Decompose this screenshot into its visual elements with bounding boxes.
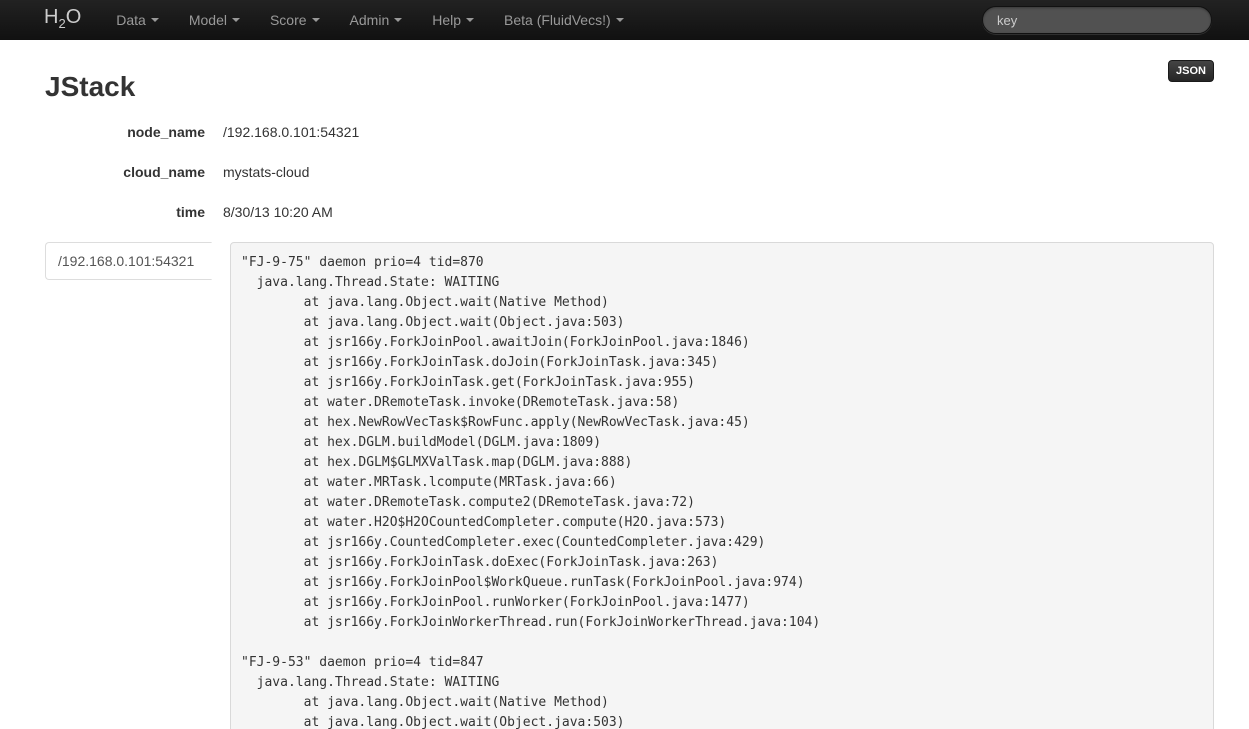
brand-text: H (44, 6, 58, 28)
menu-label: Data (116, 10, 146, 30)
field-label: cloud_name (45, 162, 205, 182)
stack-trace-block: "FJ-9-75" daemon prio=4 tid=870 java.lan… (230, 242, 1214, 729)
menu-item-data[interactable]: Data (101, 0, 174, 40)
field-row-time: time 8/30/13 10:20 AM (45, 202, 1214, 222)
main-menu: Data Model Score Admin Help Beta (FluidV… (101, 0, 638, 40)
top-navbar: H2O Data Model Score Admin Help Beta (Fl… (0, 0, 1249, 40)
menu-label: Admin (350, 10, 390, 30)
menu-label: Help (432, 10, 461, 30)
menu-item-score[interactable]: Score (255, 0, 335, 40)
menu-label: Model (189, 10, 227, 30)
caret-down-icon (616, 18, 624, 22)
tab-content: "FJ-9-75" daemon prio=4 tid=870 java.lan… (230, 242, 1214, 729)
brand-subscript: 2 (58, 16, 65, 31)
node-tab-192-168-0-101[interactable]: /192.168.0.101:54321 (45, 242, 212, 280)
menu-label: Beta (FluidVecs!) (504, 10, 611, 30)
brand-text-o: O (66, 6, 82, 28)
search-input[interactable] (982, 6, 1212, 34)
caret-down-icon (232, 18, 240, 22)
field-value: 8/30/13 10:20 AM (223, 202, 333, 222)
caret-down-icon (394, 18, 402, 22)
caret-down-icon (151, 18, 159, 22)
field-row-cloud-name: cloud_name mystats-cloud (45, 162, 1214, 182)
field-row-node-name: node_name /192.168.0.101:54321 (45, 122, 1214, 142)
field-label: node_name (45, 122, 205, 142)
menu-label: Score (270, 10, 307, 30)
jstack-info-form: node_name /192.168.0.101:54321 cloud_nam… (45, 122, 1214, 222)
node-tabs-area: /192.168.0.101:54321 "FJ-9-75" daemon pr… (45, 242, 1214, 729)
json-view-button[interactable]: JSON (1168, 60, 1214, 82)
field-label: time (45, 202, 205, 222)
menu-item-admin[interactable]: Admin (335, 0, 418, 40)
page-title: JStack (45, 70, 1214, 104)
menu-item-beta-fluidvecs[interactable]: Beta (FluidVecs!) (489, 0, 639, 40)
h2o-logo[interactable]: H2O (0, 0, 101, 44)
caret-down-icon (466, 18, 474, 22)
caret-down-icon (312, 18, 320, 22)
field-value: mystats-cloud (223, 162, 309, 182)
field-value: /192.168.0.101:54321 (223, 122, 359, 142)
menu-item-model[interactable]: Model (174, 0, 255, 40)
main-content: JStack node_name /192.168.0.101:54321 cl… (45, 70, 1214, 729)
menu-item-help[interactable]: Help (417, 0, 489, 40)
